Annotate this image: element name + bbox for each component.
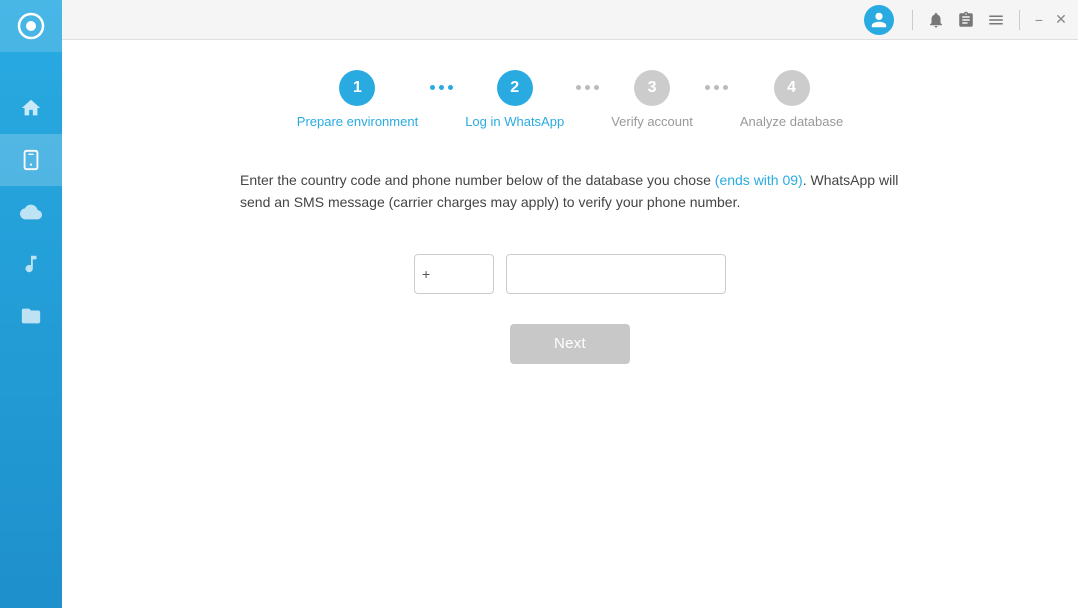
step-2-label: Log in WhatsApp xyxy=(465,114,564,129)
menu-icon xyxy=(987,11,1005,29)
step-2-circle: 2 xyxy=(497,70,533,106)
step-3-label: Verify account xyxy=(611,114,693,129)
next-button[interactable]: Next xyxy=(510,324,630,364)
app-logo[interactable] xyxy=(0,0,62,52)
device-icon xyxy=(20,149,42,171)
step-4-circle: 4 xyxy=(774,70,810,106)
minimize-button[interactable]: − xyxy=(1032,13,1046,27)
dot xyxy=(705,85,710,90)
bell-button[interactable] xyxy=(925,9,947,31)
dot xyxy=(594,85,599,90)
dot xyxy=(439,85,444,90)
dot xyxy=(585,85,590,90)
dot xyxy=(430,85,435,90)
sidebar-nav xyxy=(0,82,62,342)
folder-icon xyxy=(20,305,42,327)
step-analyze: 4 Analyze database xyxy=(740,70,843,129)
step-login: 2 Log in WhatsApp xyxy=(465,70,564,129)
content-area: 1 Prepare environment 2 Log in WhatsApp xyxy=(62,40,1078,608)
step-prepare: 1 Prepare environment xyxy=(297,70,418,129)
step-4-label: Analyze database xyxy=(740,114,843,129)
sidebar-item-home[interactable] xyxy=(0,82,62,134)
home-icon xyxy=(20,97,42,119)
menu-button[interactable] xyxy=(985,9,1007,31)
phone-input-area: + xyxy=(102,254,1038,294)
music-icon xyxy=(20,253,42,275)
dot xyxy=(714,85,719,90)
user-avatar-icon xyxy=(870,11,888,29)
step-dots-2-3 xyxy=(576,85,599,90)
step-3-circle: 3 xyxy=(634,70,670,106)
instruction-highlight: (ends with 09) xyxy=(715,172,803,188)
clipboard-button[interactable] xyxy=(955,9,977,31)
logo-icon xyxy=(17,12,45,40)
step-dots-1-2 xyxy=(430,85,453,90)
dot xyxy=(448,85,453,90)
step-verify: 3 Verify account xyxy=(611,70,693,129)
dot xyxy=(723,85,728,90)
titlebar: − ✕ xyxy=(62,0,1078,40)
sidebar-item-device[interactable] xyxy=(0,134,62,186)
country-code-wrapper: + xyxy=(414,254,494,294)
step-1-label: Prepare environment xyxy=(297,114,418,129)
cloud-icon xyxy=(20,201,42,223)
titlebar-divider xyxy=(912,10,913,30)
titlebar-divider2 xyxy=(1019,10,1020,30)
phone-number-input[interactable] xyxy=(506,254,726,294)
sidebar-item-folder[interactable] xyxy=(0,290,62,342)
main-area: − ✕ 1 Prepare environment 2 xyxy=(62,0,1078,608)
user-avatar[interactable] xyxy=(864,5,894,35)
sidebar-item-music[interactable] xyxy=(0,238,62,290)
step-1-circle: 1 xyxy=(339,70,375,106)
instruction-text: Enter the country code and phone number … xyxy=(220,169,920,214)
close-button[interactable]: ✕ xyxy=(1054,13,1068,27)
country-code-input[interactable] xyxy=(414,254,494,294)
steps-indicator: 1 Prepare environment 2 Log in WhatsApp xyxy=(102,70,1038,129)
bell-icon xyxy=(927,11,945,29)
clipboard-icon xyxy=(957,11,975,29)
sidebar-item-cloud[interactable] xyxy=(0,186,62,238)
dot xyxy=(576,85,581,90)
sidebar xyxy=(0,0,62,608)
step-dots-3-4 xyxy=(705,85,728,90)
instruction-text-before: Enter the country code and phone number … xyxy=(240,172,715,188)
